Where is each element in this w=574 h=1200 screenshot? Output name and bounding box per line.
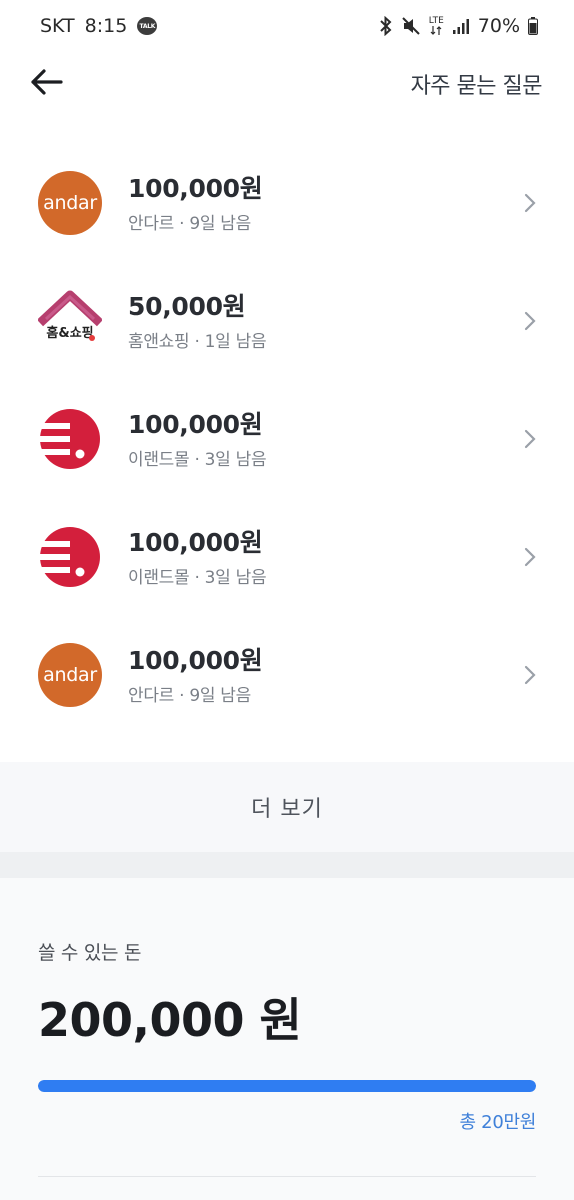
coupon-item[interactable]: andar 100,000원 안다르 · 9일 남음 [0, 144, 574, 262]
coupon-amount: 50,000원 [128, 291, 246, 321]
lte-signal-icon: LTE [429, 17, 444, 35]
chevron-right-icon [520, 547, 540, 567]
coupon-amount: 100,000원 [128, 645, 263, 675]
bluetooth-icon [379, 16, 393, 36]
total-amount: 총 20만원 [459, 1112, 536, 1133]
chevron-right-icon [520, 193, 540, 213]
signal-icon [452, 17, 470, 35]
coupon-amount: 100,000원 [128, 173, 263, 203]
status-left: SKT 8:15 TALK [40, 15, 158, 37]
coupon-list: andar 100,000원 안다르 · 9일 남음 홈&쇼핑 50,000원 … [0, 144, 574, 734]
coupon-item[interactable]: 홈&쇼핑 50,000원 홈앤쇼핑 · 1일 남음 [0, 262, 574, 380]
homeandshopping-logo-text: 홈&쇼핑 [46, 325, 93, 341]
coupon-detail: 홈앤쇼핑 · 1일 남음 [128, 331, 267, 352]
battery-icon [528, 17, 538, 35]
coupon-detail: 안다르 · 9일 남음 [128, 213, 251, 234]
coupon-text: 100,000원 안다르 · 9일 남음 [128, 173, 520, 234]
carrier-label: SKT [40, 15, 75, 37]
status-right: LTE 70% [379, 15, 538, 37]
andar-logo: andar [38, 171, 102, 235]
coupon-item[interactable]: 100,000원 이랜드몰 · 3일 남음 [0, 498, 574, 616]
balance-amount: 200,000 원 [38, 993, 302, 1047]
coupon-amount: 100,000원 [128, 409, 263, 439]
coupon-detail: 이랜드몰 · 3일 남음 [128, 567, 267, 588]
coupon-text: 100,000원 안다르 · 9일 남음 [128, 645, 520, 706]
coupon-amount: 100,000원 [128, 527, 263, 557]
bottom-divider [38, 1176, 536, 1177]
more-button[interactable]: 더 보기 [0, 762, 574, 852]
back-button[interactable] [26, 64, 66, 104]
kakaotalk-icon: TALK [137, 17, 158, 35]
chevron-right-icon [520, 665, 540, 685]
homeandshopping-logo: 홈&쇼핑 [38, 289, 102, 353]
andar-logo: andar [38, 643, 102, 707]
coupon-text: 100,000원 이랜드몰 · 3일 남음 [128, 409, 520, 470]
coupon-detail: 이랜드몰 · 3일 남음 [128, 449, 267, 470]
balance-progress-fill [38, 1080, 536, 1092]
coupon-text: 100,000원 이랜드몰 · 3일 남음 [128, 527, 520, 588]
section-divider [0, 852, 574, 878]
status-bar: SKT 8:15 TALK LTE 70% [0, 0, 574, 52]
coupon-item[interactable]: 100,000원 이랜드몰 · 3일 남음 [0, 380, 574, 498]
balance-progress-bar [38, 1080, 536, 1092]
coupon-detail: 안다르 · 9일 남음 [128, 685, 251, 706]
balance-label: 쓸 수 있는 돈 [38, 942, 142, 964]
battery-percent: 70% [477, 15, 520, 37]
network-type: LTE [428, 16, 444, 26]
arrow-left-icon [29, 68, 63, 100]
chevron-right-icon [520, 311, 540, 331]
balance-section: 쓸 수 있는 돈 200,000 원 총 20만원 [0, 878, 574, 1200]
coupon-item[interactable]: andar 100,000원 안다르 · 9일 남음 [0, 616, 574, 734]
app-bar: 자주 묻는 질문 [0, 52, 574, 116]
coupon-text: 50,000원 홈앤쇼핑 · 1일 남음 [128, 291, 520, 352]
elandmall-logo [38, 407, 102, 471]
faq-link[interactable]: 자주 묻는 질문 [411, 68, 543, 100]
chevron-right-icon [520, 429, 540, 449]
clock: 8:15 [84, 15, 128, 37]
mute-icon [401, 16, 421, 36]
elandmall-logo [38, 525, 102, 589]
